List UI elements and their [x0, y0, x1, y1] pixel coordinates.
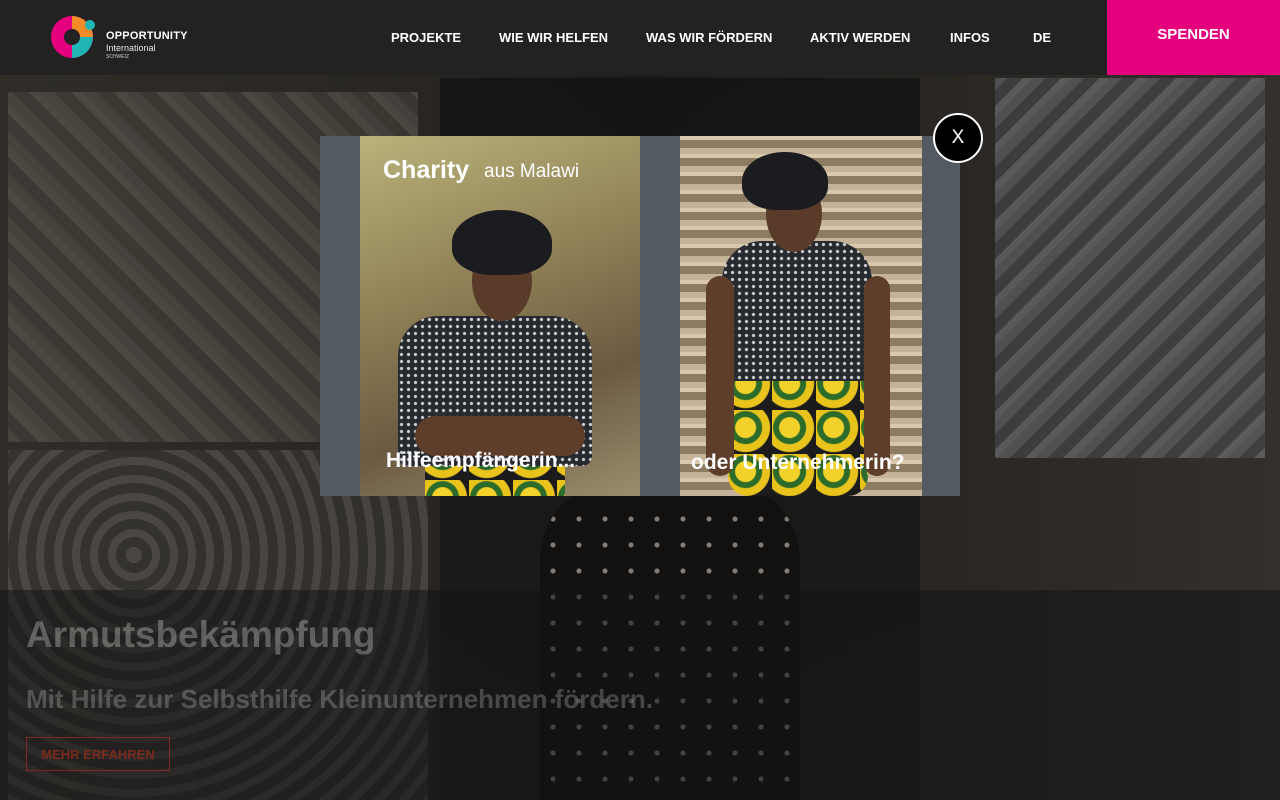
logo-line-3: SCHWEIZ [106, 54, 130, 60]
woman-figure [742, 152, 828, 210]
hero-title: Armutsbekämpfung [26, 614, 376, 655]
modal-image-right [680, 136, 922, 496]
woman-figure [864, 276, 890, 476]
site-logo[interactable]: OPPORTUNITY International SCHWEIZ [50, 11, 210, 63]
site-header: OPPORTUNITY International SCHWEIZ PROJEK… [0, 0, 1280, 75]
learn-more-button[interactable]: MEHR ERFAHREN [26, 737, 170, 771]
opportunity-logo-icon [51, 16, 95, 58]
hero-subtitle: Mit Hilfe zur Selbsthilfe Kleinunternehm… [26, 684, 653, 714]
modal-heading: Charity [383, 156, 470, 184]
video-modal: Charity aus Malawi Hilfeempfängerin... o… [320, 136, 960, 496]
modal-heading-sub: aus Malawi [484, 161, 580, 182]
nav-item-was-wir-foerdern[interactable]: WAS WIR FÖRDERN [646, 30, 772, 45]
close-modal-button[interactable]: X [933, 113, 983, 163]
woman-figure [452, 210, 552, 275]
caption-left: Hilfeempfängerin... [386, 449, 576, 472]
close-icon: X [951, 127, 965, 148]
logo-line-2: International [106, 43, 156, 53]
woman-figure [728, 366, 868, 496]
language-switcher[interactable]: DE [1033, 30, 1051, 45]
logo-name: OPPORTUNITY [106, 30, 188, 42]
nav-item-infos[interactable]: INFOS [950, 30, 990, 45]
caption-right: oder Unternehmerin? [691, 451, 905, 474]
nav-item-projekte[interactable]: PROJEKTE [391, 30, 461, 45]
woman-figure [706, 276, 734, 476]
nav-item-aktiv-werden[interactable]: AKTIV WERDEN [810, 30, 910, 45]
modal-image-left [360, 136, 640, 496]
woman-figure [722, 241, 872, 381]
donate-button[interactable]: SPENDEN [1107, 0, 1280, 75]
nav-item-wie-wir-helfen[interactable]: WIE WIR HELFEN [499, 30, 608, 45]
